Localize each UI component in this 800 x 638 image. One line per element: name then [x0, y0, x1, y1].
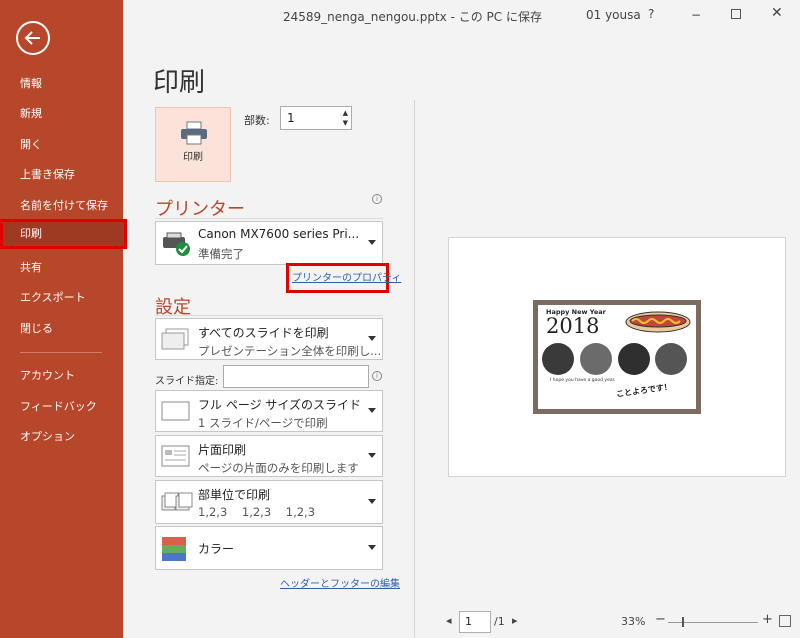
printer-name: Canon MX7600 series Pri... — [198, 227, 360, 241]
sidebar-item-feedback[interactable]: フィードバック — [0, 392, 123, 422]
copies-label: 部数: — [244, 114, 270, 127]
printer-icon — [181, 121, 207, 145]
sidebar-item-export[interactable]: エクスポート — [0, 283, 123, 313]
sidebar-item-account[interactable]: アカウント — [0, 361, 123, 391]
chevron-down-icon — [368, 453, 376, 458]
copies-input[interactable]: 1 ▲ ▼ — [280, 106, 352, 130]
one-sided-icon — [161, 445, 190, 467]
window-title: 24589_nenga_nengou.pptx - この PC に保存 — [283, 10, 542, 24]
help-button[interactable]: ? — [648, 7, 654, 21]
sides-title: 片面印刷 — [198, 443, 247, 457]
collate-dropdown[interactable]: 部単位で印刷 1,2,3 1,2,3 1,2,3 — [155, 480, 383, 524]
page-title: 印刷 — [153, 68, 206, 98]
zoom-in-button[interactable]: + — [762, 612, 773, 627]
printer-ready-icon — [163, 232, 190, 256]
slide-spec-label: スライド指定: — [155, 376, 219, 387]
sidebar-item-new[interactable]: 新規 — [0, 99, 123, 129]
sidebar-item-share[interactable]: 共有 — [0, 253, 123, 283]
photo-circle — [580, 343, 612, 375]
collate-desc: 1,2,3 1,2,3 1,2,3 — [198, 505, 316, 519]
page-number-value: 1 — [465, 615, 472, 628]
sides-desc: ページの片面のみを印刷します — [198, 461, 359, 475]
minimize-button[interactable]: − — [691, 8, 701, 22]
printer-properties-link[interactable]: プリンターのプロパティ — [292, 269, 401, 284]
user-name[interactable]: 01 yousa — [586, 8, 641, 22]
photo-circle — [618, 343, 650, 375]
sidebar-item-info[interactable]: 情報 — [0, 69, 123, 99]
fit-to-window-icon[interactable] — [779, 615, 791, 627]
slides-stack-icon — [161, 328, 189, 350]
card-message: I hope you have a good year. — [550, 378, 616, 383]
sidebar-item-open[interactable]: 開く — [0, 130, 123, 160]
printer-divider — [155, 218, 383, 219]
panel-divider — [414, 100, 415, 638]
layout-desc: 1 スライド/ページで印刷 — [198, 416, 328, 430]
layout-dropdown[interactable]: フル ページ サイズのスライド 1 スライド/ページで印刷 — [155, 390, 383, 432]
layout-title: フル ページ サイズのスライド — [198, 398, 362, 412]
info-icon[interactable]: i — [372, 194, 382, 204]
slides-range-dropdown[interactable]: すべてのスライドを印刷 プレゼンテーション全体を印刷し... — [155, 318, 383, 360]
spin-up-icon[interactable]: ▲ — [343, 109, 348, 117]
color-dropdown[interactable]: カラー — [155, 526, 383, 570]
sidebar-item-print[interactable]: 印刷 — [0, 219, 127, 249]
spin-down-icon[interactable]: ▼ — [343, 119, 348, 127]
close-button[interactable]: ✕ — [771, 5, 783, 21]
photo-circle — [542, 343, 574, 375]
maximize-button[interactable] — [731, 9, 741, 19]
chevron-down-icon — [368, 408, 376, 413]
info-icon[interactable]: i — [372, 371, 382, 381]
title-bar: 24589_nenga_nengou.pptx - この PC に保存 01 y… — [123, 0, 800, 30]
collate-icon — [161, 492, 193, 511]
zoom-level: 33% — [621, 615, 646, 628]
sides-dropdown[interactable]: 片面印刷 ページの片面のみを印刷します — [155, 435, 383, 477]
new-year-card: Happy New Year 2018 I hope you have a go… — [538, 305, 696, 409]
header-footer-link[interactable]: ヘッダーとフッターの編集 — [280, 575, 400, 590]
photo-circle — [655, 343, 687, 375]
zoom-out-button[interactable]: − — [655, 612, 666, 627]
sidebar-item-save[interactable]: 上書き保存 — [0, 160, 123, 190]
print-button-label: 印刷 — [183, 152, 203, 163]
print-button[interactable]: 印刷 — [155, 107, 231, 182]
color-swatch-icon — [162, 537, 186, 561]
chevron-down-icon — [368, 499, 376, 504]
color-title: カラー — [198, 542, 235, 556]
hotdog-icon — [625, 311, 691, 333]
prev-page-icon[interactable]: ◂ — [446, 614, 452, 627]
full-page-slide-icon — [161, 401, 190, 421]
zoom-slider-thumb[interactable] — [682, 617, 684, 627]
slide-spec-input[interactable] — [223, 365, 369, 388]
chevron-down-icon — [368, 336, 376, 341]
printer-dropdown[interactable]: Canon MX7600 series Pri... 準備完了 — [155, 221, 383, 265]
sidebar-item-options[interactable]: オプション — [0, 422, 123, 452]
card-year: 2018 — [546, 314, 600, 338]
sidebar-item-close[interactable]: 閉じる — [0, 314, 123, 344]
printer-status: 準備完了 — [198, 247, 244, 261]
sidebar-divider — [20, 352, 102, 353]
next-page-icon[interactable]: ▸ — [512, 614, 518, 627]
back-arrow-icon[interactable] — [16, 21, 50, 55]
slides-range-title: すべてのスライドを印刷 — [198, 326, 329, 340]
page-number-input[interactable]: 1 — [459, 611, 491, 633]
slides-range-desc: プレゼンテーション全体を印刷し... — [198, 344, 382, 358]
chevron-down-icon — [368, 545, 376, 550]
copies-value: 1 — [287, 111, 295, 125]
collate-title: 部単位で印刷 — [198, 488, 271, 502]
backstage-sidebar: 情報 新規 開く 上書き保存 名前を付けて保存 印刷 共有 エクスポート 閉じる… — [0, 0, 127, 638]
settings-divider — [155, 315, 383, 316]
sidebar-item-save-as[interactable]: 名前を付けて保存 — [0, 191, 123, 221]
chevron-down-icon — [368, 240, 376, 245]
card-closing: ことよろです！ — [615, 382, 673, 399]
page-total: /1 — [494, 615, 505, 628]
